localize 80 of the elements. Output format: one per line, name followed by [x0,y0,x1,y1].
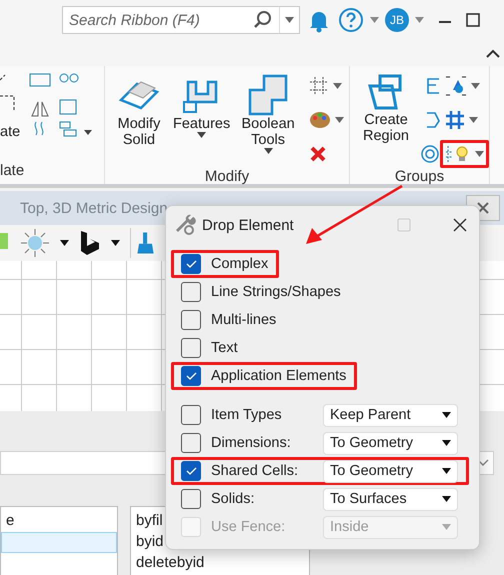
select-field[interactable]: Keep Parent [323,404,458,426]
user-avatar[interactable]: JB [385,8,409,32]
b-letter-shape-icon[interactable] [79,230,101,256]
shape-outline-icon [425,111,441,129]
check-icon [186,467,196,475]
checkbox[interactable] [181,366,201,386]
group-label: Modify [204,168,250,185]
close-icon[interactable] [453,218,467,232]
option-label: Use Fence: [211,519,286,535]
drop-element-button[interactable] [440,140,489,168]
checkbox[interactable] [181,405,201,425]
checkbox[interactable] [181,461,201,481]
wrench-gear-icon [174,214,196,236]
caret-icon [469,117,478,123]
checkbox[interactable] [181,310,201,330]
ribbon-button[interactable]: Boolean Tools [236,72,300,154]
checkbox[interactable] [181,254,201,274]
option-label: Complex [211,256,268,272]
option-label: Shared Cells: [211,463,300,479]
window-title: Top, 3D Metric Design [20,200,168,216]
union-block-icon [246,72,290,116]
option-label: Multi-lines [211,312,276,328]
caret-icon [442,524,451,530]
brush-icon[interactable] [130,228,156,258]
checkbox[interactable] [181,282,201,302]
option-label: Line Strings/Shapes [211,284,341,300]
caret-icon [415,17,424,23]
ring-icon[interactable] [420,144,440,164]
sun-icon[interactable] [20,228,50,258]
caret-icon [197,132,206,138]
caret-icon [333,83,342,89]
select-field[interactable]: To Surfaces [323,488,458,510]
list-item[interactable]: deletebyid [131,553,206,574]
group-label: late [0,162,26,181]
caret-icon [442,496,451,502]
palette-icon [309,110,331,130]
group-label: Groups [394,168,446,185]
check-icon [186,372,196,380]
shapes-selection-icon [445,76,467,96]
caret-icon [442,440,451,446]
select-field[interactable]: To Geometry [323,432,458,454]
list-item[interactable]: e [1,511,117,532]
bracket-icon [425,77,441,95]
grid-lines-icon [309,76,329,96]
collapse-chevron-icon[interactable] [486,48,500,58]
checkbox[interactable] [181,338,201,358]
maximize-icon[interactable] [466,13,480,27]
caret-icon [370,17,379,23]
caret-icon [111,240,120,246]
ribbon-button[interactable]: Create Region [356,72,416,144]
caret-icon [442,468,451,474]
ribbon-button[interactable]: Features [170,72,232,138]
caret-icon [285,17,294,23]
search-icon [253,10,273,30]
list-item[interactable]: byfil [131,511,164,532]
checkbox[interactable] [181,489,201,509]
caret-icon [475,151,484,157]
search-box[interactable]: Search Ribbon (F4) [62,6,300,34]
delete-icon [309,145,327,163]
option-label: Solids: [211,491,256,507]
close-icon [476,201,490,215]
list-item[interactable]: byid [131,532,165,553]
ribbon-button[interactable]: Modify Solid [111,72,167,148]
checkbox[interactable] [181,433,201,453]
ribbon-button[interactable]: ate [0,124,20,140]
dialog-title: Drop Element [202,216,295,234]
chevron-down-icon [477,459,489,467]
option-label: Dimensions: [211,435,292,451]
hash-grid-icon [445,110,465,130]
option-label: Text [211,340,238,356]
caret-icon [60,240,69,246]
option-label: Item Types [211,407,283,423]
search-field[interactable]: Search Ribbon (F4) [63,10,253,30]
caret-icon [264,148,273,154]
caret-icon [335,117,344,123]
check-icon [186,260,196,268]
caret-icon [471,83,480,89]
help-icon[interactable] [338,7,364,33]
option-label: Application Elements [211,368,346,384]
select-field[interactable]: To Geometry [323,460,458,482]
